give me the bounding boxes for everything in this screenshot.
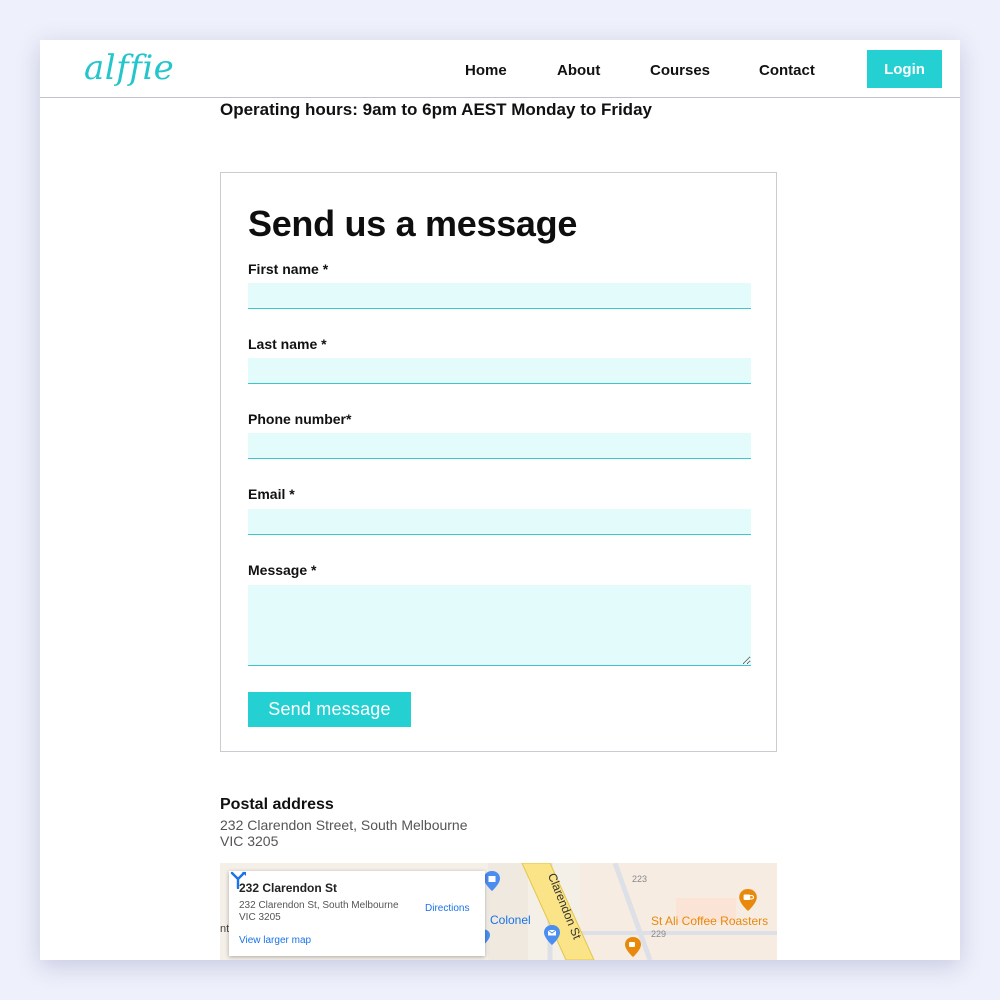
map-place-colonel[interactable]: Colonel [490, 913, 531, 927]
nav-home[interactable]: Home [465, 62, 507, 79]
map-number-229: 229 [651, 929, 667, 939]
message-label: Message * [248, 562, 317, 578]
postal-address-heading: Postal address [220, 796, 334, 813]
send-message-button[interactable]: Send message [248, 692, 411, 727]
site-header: alffie Home About Courses Contact Login [40, 40, 960, 98]
operating-hours: Operating hours: 9am to 6pm AEST Monday … [220, 100, 652, 119]
email-field[interactable] [248, 509, 751, 535]
nav-courses[interactable]: Courses [650, 62, 710, 79]
postal-address-line1: 232 Clarendon Street, South Melbourne [220, 817, 468, 833]
site-logo[interactable]: alffie [84, 48, 174, 88]
view-larger-map-link[interactable]: View larger map [239, 935, 311, 946]
embedded-map[interactable]: Clarendon St Colonel 223 229 St Ali Coff… [220, 863, 777, 960]
message-field[interactable] [248, 585, 751, 666]
directions-icon[interactable] [229, 871, 247, 889]
map-number-223: 223 [632, 874, 648, 884]
nav-about[interactable]: About [557, 62, 600, 79]
postal-address-line2: VIC 3205 [220, 833, 279, 849]
nav-contact[interactable]: Contact [759, 62, 815, 79]
map-pin-shopping-icon[interactable] [484, 871, 500, 891]
contact-form: Send us a message First name * Last name… [220, 172, 777, 752]
directions-link[interactable]: Directions [425, 903, 469, 914]
map-info-card: 232 Clarendon St 232 Clarendon St, South… [229, 871, 485, 956]
first-name-label: First name * [248, 261, 329, 277]
email-label: Email * [248, 486, 295, 502]
browser-page: alffie Home About Courses Contact Login … [40, 40, 960, 960]
map-card-address-line2: VIC 3205 [239, 912, 281, 923]
map-pin-mail-icon[interactable] [544, 925, 560, 945]
map-pin-cafe-icon[interactable] [625, 937, 641, 957]
login-button[interactable]: Login [867, 50, 942, 88]
phone-field[interactable] [248, 433, 751, 459]
form-title: Send us a message [248, 203, 578, 244]
first-name-field[interactable] [248, 283, 751, 309]
map-card-address-line1: 232 Clarendon St, South Melbourne [239, 900, 399, 911]
last-name-field[interactable] [248, 358, 751, 384]
map-card-title: 232 Clarendon St [239, 881, 338, 895]
map-pin-coffee-icon[interactable] [739, 889, 757, 911]
last-name-label: Last name * [248, 336, 327, 352]
phone-label: Phone number* [248, 411, 352, 427]
map-partial-label: nt [220, 923, 230, 935]
map-place-coffee[interactable]: St Ali Coffee Roasters [651, 914, 768, 928]
